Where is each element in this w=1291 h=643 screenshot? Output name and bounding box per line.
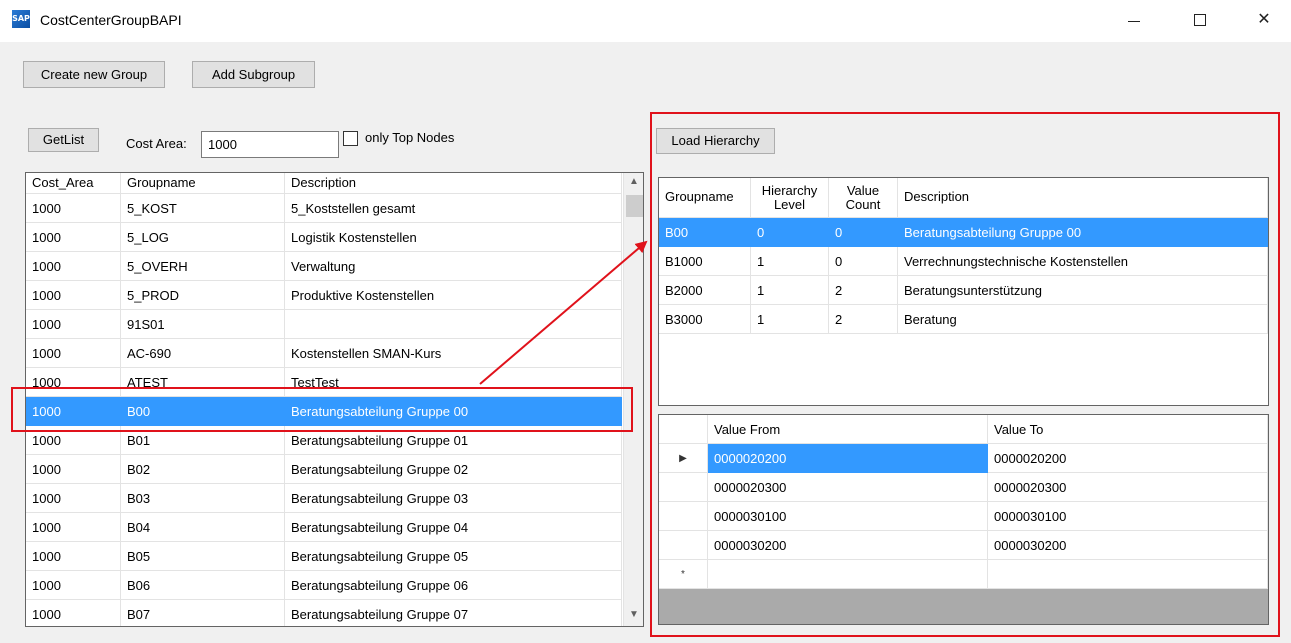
- table-row[interactable]: 1000 B05 Beratungsabteilung Gruppe 05: [26, 542, 622, 571]
- table-cell[interactable]: 1000: [26, 194, 121, 223]
- table-cell[interactable]: 91S01: [121, 310, 285, 339]
- table-cell[interactable]: 5_LOG: [121, 223, 285, 252]
- table-cell[interactable]: B04: [121, 513, 285, 542]
- table-cell[interactable]: 1000: [26, 542, 121, 571]
- window-title: CostCenterGroupBAPI: [40, 12, 182, 28]
- table-row[interactable]: 1000 B03 Beratungsabteilung Gruppe 03: [26, 484, 622, 513]
- minimize-icon: [1128, 21, 1140, 22]
- table-cell[interactable]: Produktive Kostenstellen: [285, 281, 622, 310]
- add-subgroup-button[interactable]: Add Subgroup: [192, 61, 315, 88]
- table-row[interactable]: 1000 5_KOST 5_Koststellen gesamt: [26, 194, 622, 223]
- create-new-group-button[interactable]: Create new Group: [23, 61, 165, 88]
- table-cell[interactable]: 5_OVERH: [121, 252, 285, 281]
- cost-area-input[interactable]: [201, 131, 339, 158]
- table-row[interactable]: 1000 B04 Beratungsabteilung Gruppe 04: [26, 513, 622, 542]
- table-cell[interactable]: 1000: [26, 571, 121, 600]
- close-icon: ✕: [1257, 11, 1271, 28]
- table-cell[interactable]: 1000: [26, 252, 121, 281]
- table-cell[interactable]: AC-690: [121, 339, 285, 368]
- table-cell[interactable]: Beratungsabteilung Gruppe 06: [285, 571, 622, 600]
- close-button[interactable]: ✕: [1244, 6, 1284, 34]
- table-cell[interactable]: B06: [121, 571, 285, 600]
- table-cell[interactable]: B05: [121, 542, 285, 571]
- table-row[interactable]: 1000 B07 Beratungsabteilung Gruppe 07: [26, 600, 622, 626]
- table-row[interactable]: 1000 B06 Beratungsabteilung Gruppe 06: [26, 571, 622, 600]
- table-cell[interactable]: Beratungsabteilung Gruppe 07: [285, 600, 622, 626]
- table-row[interactable]: 1000 B02 Beratungsabteilung Gruppe 02: [26, 455, 622, 484]
- maximize-button[interactable]: [1180, 6, 1220, 34]
- table-cell[interactable]: [285, 310, 622, 339]
- table-cell[interactable]: Beratungsabteilung Gruppe 05: [285, 542, 622, 571]
- table-cell[interactable]: 5_PROD: [121, 281, 285, 310]
- table-cell[interactable]: 5_Koststellen gesamt: [285, 194, 622, 223]
- table-cell[interactable]: 1000: [26, 600, 121, 626]
- only-top-nodes-label: only Top Nodes: [365, 130, 455, 145]
- only-top-nodes-checkbox[interactable]: [343, 131, 358, 146]
- annotation-box-hierarchy: [650, 112, 1280, 637]
- table-cell[interactable]: 1000: [26, 281, 121, 310]
- cost-area-label: Cost Area:: [126, 136, 187, 151]
- getlist-button[interactable]: GetList: [28, 128, 99, 152]
- sap-logo-icon: SAP: [12, 10, 30, 28]
- table-cell[interactable]: Logistik Kostenstellen: [285, 223, 622, 252]
- table-cell[interactable]: 5_KOST: [121, 194, 285, 223]
- table-row[interactable]: 1000 5_LOG Logistik Kostenstellen: [26, 223, 622, 252]
- table-cell[interactable]: Kostenstellen SMAN-Kurs: [285, 339, 622, 368]
- table-cell[interactable]: 1000: [26, 339, 121, 368]
- table-cell[interactable]: B07: [121, 600, 285, 626]
- column-header-cost-area[interactable]: Cost_Area: [26, 173, 121, 194]
- table-cell[interactable]: Verwaltung: [285, 252, 622, 281]
- table-cell[interactable]: 1000: [26, 223, 121, 252]
- minimize-button[interactable]: [1114, 6, 1154, 34]
- table-cell[interactable]: 1000: [26, 484, 121, 513]
- scroll-down-icon[interactable]: ▼: [624, 606, 643, 623]
- table-cell[interactable]: B02: [121, 455, 285, 484]
- table-row[interactable]: 1000 AC-690 Kostenstellen SMAN-Kurs: [26, 339, 622, 368]
- column-header-groupname[interactable]: Groupname: [121, 173, 285, 194]
- annotation-box-selected-row: [11, 387, 633, 432]
- title-bar: [0, 0, 1291, 42]
- table-cell[interactable]: 1000: [26, 455, 121, 484]
- table-row[interactable]: 1000 5_OVERH Verwaltung: [26, 252, 622, 281]
- table-cell[interactable]: B03: [121, 484, 285, 513]
- table-row[interactable]: 1000 5_PROD Produktive Kostenstellen: [26, 281, 622, 310]
- column-header-description[interactable]: Description: [285, 173, 622, 194]
- table-cell[interactable]: Beratungsabteilung Gruppe 04: [285, 513, 622, 542]
- table-row[interactable]: 1000 91S01: [26, 310, 622, 339]
- table-cell[interactable]: 1000: [26, 310, 121, 339]
- table-cell[interactable]: Beratungsabteilung Gruppe 02: [285, 455, 622, 484]
- maximize-icon: [1194, 14, 1206, 26]
- scroll-up-icon[interactable]: ▲: [624, 173, 643, 190]
- table-cell[interactable]: Beratungsabteilung Gruppe 03: [285, 484, 622, 513]
- table-cell[interactable]: 1000: [26, 513, 121, 542]
- scroll-thumb[interactable]: [626, 195, 643, 217]
